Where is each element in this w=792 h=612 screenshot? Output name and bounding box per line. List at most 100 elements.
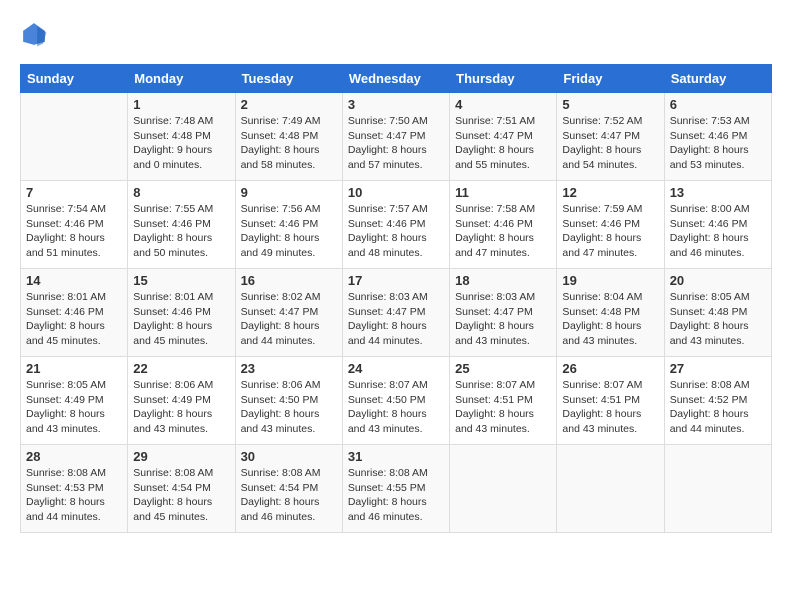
calendar-cell: 27 Sunrise: 8:08 AMSunset: 4:52 PMDayligh… — [664, 357, 771, 445]
day-number: 19 — [562, 273, 658, 288]
column-header-tuesday: Tuesday — [235, 65, 342, 93]
calendar-cell: 22 Sunrise: 8:06 AMSunset: 4:49 PMDayligh… — [128, 357, 235, 445]
day-number: 13 — [670, 185, 766, 200]
logo-icon — [20, 20, 48, 48]
day-number: 31 — [348, 449, 444, 464]
day-info: Sunrise: 7:57 AMSunset: 4:46 PMDaylight:… — [348, 202, 444, 261]
day-number: 8 — [133, 185, 229, 200]
day-number: 27 — [670, 361, 766, 376]
calendar-cell: 10Sunrise: 7:57 AMSunset: 4:46 PMDayligh… — [342, 181, 449, 269]
day-number: 9 — [241, 185, 337, 200]
calendar-cell: 2Sunrise: 7:49 AMSunset: 4:48 PMDaylight… — [235, 93, 342, 181]
calendar-cell: 14 Sunrise: 8:01 AMSunset: 4:46 PMDayligh… — [21, 269, 128, 357]
day-info: Sunrise: 7:52 AMSunset: 4:47 PMDaylight:… — [562, 114, 658, 173]
day-number: 26 — [562, 361, 658, 376]
calendar-header-row: SundayMondayTuesdayWednesdayThursdayFrid… — [21, 65, 772, 93]
column-header-sunday: Sunday — [21, 65, 128, 93]
day-info: Sunrise: 7:55 AMSunset: 4:46 PMDaylight:… — [133, 202, 229, 261]
calendar-cell: 25 Sunrise: 8:07 AMSunset: 4:51 PMDayligh… — [450, 357, 557, 445]
column-header-monday: Monday — [128, 65, 235, 93]
day-number: 12 — [562, 185, 658, 200]
day-info: Sunrise: 8:01 AMSunset: 4:46 PMDaylight:… — [26, 290, 122, 349]
calendar-cell — [557, 445, 664, 533]
day-info: Sunrise: 8:07 AMSunset: 4:51 PMDaylight:… — [455, 378, 551, 437]
calendar-cell: 21 Sunrise: 8:05 AMSunset: 4:49 PMDayligh… — [21, 357, 128, 445]
calendar-cell: 4 Sunrise: 7:51 AMSunset: 4:47 PMDaylight… — [450, 93, 557, 181]
day-info: Sunrise: 7:59 AMSunset: 4:46 PMDaylight:… — [562, 202, 658, 261]
calendar-week-1: 1 Sunrise: 7:48 AMSunset: 4:48 PMDaylight… — [21, 93, 772, 181]
day-number: 14 — [26, 273, 122, 288]
day-info: Sunrise: 7:48 AMSunset: 4:48 PMDaylight:… — [133, 114, 229, 173]
day-info: Sunrise: 8:07 AMSunset: 4:51 PMDaylight:… — [562, 378, 658, 437]
calendar-cell: 31 Sunrise: 8:08 AMSunset: 4:55 PMDayligh… — [342, 445, 449, 533]
day-number: 11 — [455, 185, 551, 200]
calendar-cell: 9 Sunrise: 7:56 AMSunset: 4:46 PMDaylight… — [235, 181, 342, 269]
day-number: 4 — [455, 97, 551, 112]
calendar-cell: 1 Sunrise: 7:48 AMSunset: 4:48 PMDaylight… — [128, 93, 235, 181]
day-number: 24 — [348, 361, 444, 376]
day-info: Sunrise: 8:01 AMSunset: 4:46 PMDaylight:… — [133, 290, 229, 349]
day-info: Sunrise: 7:53 AMSunset: 4:46 PMDaylight:… — [670, 114, 766, 173]
day-info: Sunrise: 8:03 AMSunset: 4:47 PMDaylight:… — [455, 290, 551, 349]
calendar-cell: 17Sunrise: 8:03 AMSunset: 4:47 PMDayligh… — [342, 269, 449, 357]
calendar-cell: 24 Sunrise: 8:07 AMSunset: 4:50 PMDayligh… — [342, 357, 449, 445]
day-number: 21 — [26, 361, 122, 376]
day-info: Sunrise: 8:08 AMSunset: 4:55 PMDaylight:… — [348, 466, 444, 525]
calendar-cell: 19 Sunrise: 8:04 AMSunset: 4:48 PMDayligh… — [557, 269, 664, 357]
day-number: 16 — [241, 273, 337, 288]
calendar-cell — [664, 445, 771, 533]
day-info: Sunrise: 8:05 AMSunset: 4:49 PMDaylight:… — [26, 378, 122, 437]
day-info: Sunrise: 8:08 AMSunset: 4:54 PMDaylight:… — [241, 466, 337, 525]
page-header — [20, 20, 772, 48]
calendar-cell: 7Sunrise: 7:54 AMSunset: 4:46 PMDaylight… — [21, 181, 128, 269]
day-info: Sunrise: 8:04 AMSunset: 4:48 PMDaylight:… — [562, 290, 658, 349]
day-info: Sunrise: 7:51 AMSunset: 4:47 PMDaylight:… — [455, 114, 551, 173]
calendar-cell: 12 Sunrise: 7:59 AMSunset: 4:46 PMDayligh… — [557, 181, 664, 269]
calendar-cell: 29Sunrise: 8:08 AMSunset: 4:54 PMDayligh… — [128, 445, 235, 533]
day-number: 20 — [670, 273, 766, 288]
calendar-cell: 6 Sunrise: 7:53 AMSunset: 4:46 PMDaylight… — [664, 93, 771, 181]
day-number: 15 — [133, 273, 229, 288]
calendar-week-3: 14 Sunrise: 8:01 AMSunset: 4:46 PMDayligh… — [21, 269, 772, 357]
day-info: Sunrise: 8:06 AMSunset: 4:50 PMDaylight:… — [241, 378, 337, 437]
day-number: 17 — [348, 273, 444, 288]
day-number: 6 — [670, 97, 766, 112]
day-info: Sunrise: 8:07 AMSunset: 4:50 PMDaylight:… — [348, 378, 444, 437]
logo — [20, 20, 52, 48]
day-info: Sunrise: 7:54 AMSunset: 4:46 PMDaylight:… — [26, 202, 122, 261]
day-number: 28 — [26, 449, 122, 464]
day-info: Sunrise: 8:08 AMSunset: 4:52 PMDaylight:… — [670, 378, 766, 437]
calendar-cell: 8 Sunrise: 7:55 AMSunset: 4:46 PMDaylight… — [128, 181, 235, 269]
calendar-cell: 13 Sunrise: 8:00 AMSunset: 4:46 PMDayligh… — [664, 181, 771, 269]
calendar-cell: 26 Sunrise: 8:07 AMSunset: 4:51 PMDayligh… — [557, 357, 664, 445]
day-info: Sunrise: 8:08 AMSunset: 4:54 PMDaylight:… — [133, 466, 229, 525]
calendar-week-5: 28Sunrise: 8:08 AMSunset: 4:53 PMDayligh… — [21, 445, 772, 533]
day-info: Sunrise: 8:00 AMSunset: 4:46 PMDaylight:… — [670, 202, 766, 261]
column-header-friday: Friday — [557, 65, 664, 93]
calendar-cell: 20 Sunrise: 8:05 AMSunset: 4:48 PMDayligh… — [664, 269, 771, 357]
day-info: Sunrise: 8:06 AMSunset: 4:49 PMDaylight:… — [133, 378, 229, 437]
calendar-cell — [21, 93, 128, 181]
calendar-week-2: 7Sunrise: 7:54 AMSunset: 4:46 PMDaylight… — [21, 181, 772, 269]
day-info: Sunrise: 8:05 AMSunset: 4:48 PMDaylight:… — [670, 290, 766, 349]
day-number: 25 — [455, 361, 551, 376]
calendar-cell: 5 Sunrise: 7:52 AMSunset: 4:47 PMDaylight… — [557, 93, 664, 181]
day-number: 2 — [241, 97, 337, 112]
calendar-cell: 11Sunrise: 7:58 AMSunset: 4:46 PMDayligh… — [450, 181, 557, 269]
calendar-cell — [450, 445, 557, 533]
day-number: 5 — [562, 97, 658, 112]
column-header-saturday: Saturday — [664, 65, 771, 93]
calendar-cell: 28Sunrise: 8:08 AMSunset: 4:53 PMDayligh… — [21, 445, 128, 533]
calendar-cell: 18 Sunrise: 8:03 AMSunset: 4:47 PMDayligh… — [450, 269, 557, 357]
day-number: 1 — [133, 97, 229, 112]
calendar-cell: 15 Sunrise: 8:01 AMSunset: 4:46 PMDayligh… — [128, 269, 235, 357]
calendar-cell: 23Sunrise: 8:06 AMSunset: 4:50 PMDayligh… — [235, 357, 342, 445]
day-info: Sunrise: 7:50 AMSunset: 4:47 PMDaylight:… — [348, 114, 444, 173]
day-number: 30 — [241, 449, 337, 464]
day-number: 18 — [455, 273, 551, 288]
column-header-wednesday: Wednesday — [342, 65, 449, 93]
calendar-table: SundayMondayTuesdayWednesdayThursdayFrid… — [20, 64, 772, 533]
day-info: Sunrise: 7:56 AMSunset: 4:46 PMDaylight:… — [241, 202, 337, 261]
calendar-week-4: 21 Sunrise: 8:05 AMSunset: 4:49 PMDayligh… — [21, 357, 772, 445]
day-number: 22 — [133, 361, 229, 376]
